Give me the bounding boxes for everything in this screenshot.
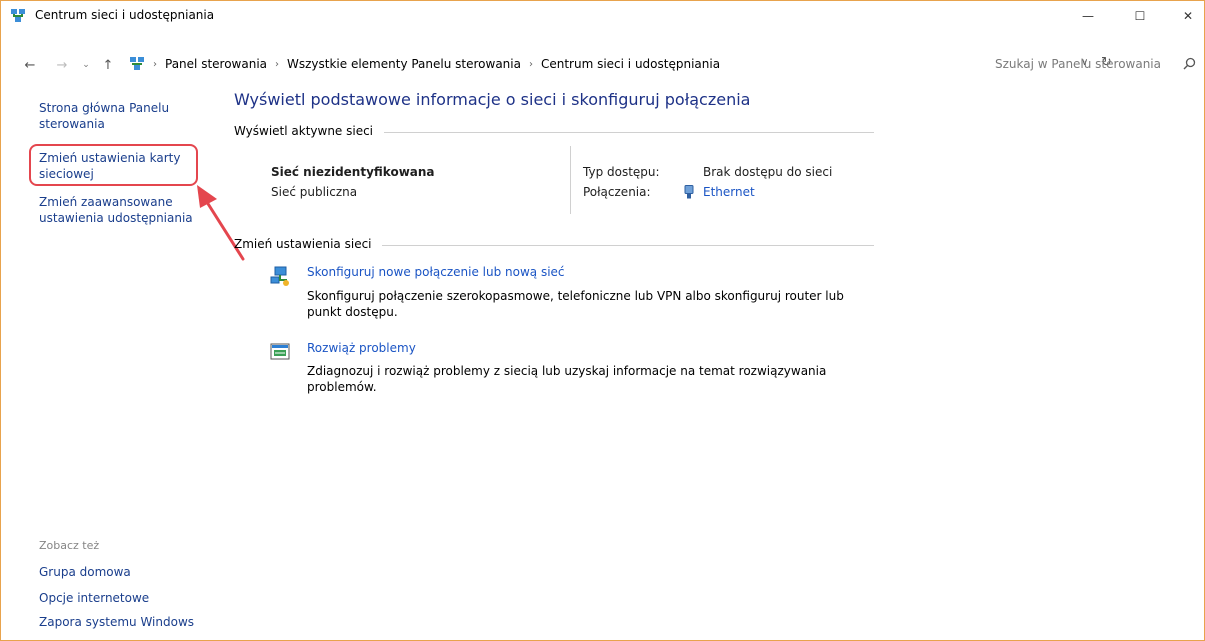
section-divider <box>384 132 874 133</box>
troubleshoot-icon <box>270 343 290 360</box>
search-input[interactable]: Szukaj w Panelu sterowania <box>988 52 1202 76</box>
section-divider <box>382 245 874 246</box>
connections-label: Połączenia: <box>583 185 651 199</box>
sidebar-link-home[interactable]: Strona główna Panelu sterowania <box>39 100 214 132</box>
minimize-button[interactable]: — <box>1069 1 1107 31</box>
maximize-button[interactable]: ☐ <box>1121 1 1159 31</box>
back-arrow-icon[interactable]: ← <box>21 56 39 74</box>
search-icon[interactable] <box>1183 57 1196 70</box>
see-also-link-homegroup[interactable]: Grupa domowa <box>39 565 131 579</box>
window: Centrum sieci i udostępniania — ☐ ✕ ← → … <box>0 0 1205 641</box>
ethernet-connection-link[interactable]: Ethernet <box>703 185 755 199</box>
section-header-active-networks: Wyświetl aktywne sieci <box>234 124 374 138</box>
access-type-value: Brak dostępu do sieci <box>703 165 833 179</box>
search-placeholder: Szukaj w Panelu sterowania <box>995 57 1161 71</box>
new-connection-icon <box>270 266 289 286</box>
network-center-icon <box>130 57 144 70</box>
breadcrumb-control-panel[interactable]: Panel sterowania <box>165 57 267 71</box>
see-also-link-firewall[interactable]: Zapora systemu Windows <box>39 615 194 629</box>
active-networks-section: Wyświetl aktywne sieci <box>234 124 874 140</box>
network-name: Sieć niezidentyfikowana <box>271 165 435 179</box>
task-description-troubleshoot: Zdiagnozuj i rozwiąż problemy z siecią l… <box>307 364 827 394</box>
window-title: Centrum sieci i udostępniania <box>35 8 215 22</box>
task-link-setup-connection[interactable]: Skonfiguruj nowe połączenie lub nową sie… <box>307 265 565 279</box>
change-settings-section: Zmień ustawienia sieci <box>234 237 874 253</box>
breadcrumb-all-items[interactable]: Wszystkie elementy Panelu sterowania <box>287 57 521 71</box>
title-bar: Centrum sieci i udostępniania — ☐ ✕ <box>1 1 1204 31</box>
vertical-divider <box>570 146 571 214</box>
breadcrumb-separator: › <box>153 58 157 70</box>
sidebar-link-advanced-sharing[interactable]: Zmień zaawansowane ustawienia udostępnia… <box>39 194 214 226</box>
breadcrumb-network-center[interactable]: Centrum sieci i udostępniania <box>541 57 720 71</box>
section-header-change-settings: Zmień ustawienia sieci <box>234 237 372 251</box>
annotation-highlight-box <box>29 144 198 186</box>
network-type-link[interactable]: Sieć publiczna <box>271 185 357 199</box>
annotation-arrow <box>197 185 245 261</box>
network-center-icon <box>11 9 25 22</box>
task-link-troubleshoot[interactable]: Rozwiąż problemy <box>307 341 416 355</box>
see-also-link-internet-options[interactable]: Opcje internetowe <box>39 591 149 605</box>
recent-locations-chevron-icon[interactable]: ⌄ <box>77 56 95 74</box>
page-title: Wyświetl podstawowe informacje o sieci i… <box>234 90 751 109</box>
access-type-label: Typ dostępu: <box>583 165 660 179</box>
see-also-label: Zobacz też <box>39 539 100 552</box>
address-bar: ← → ⌄ ↑ › Panel sterowania › Wszystkie e… <box>1 52 1204 78</box>
breadcrumb-separator: › <box>275 58 279 70</box>
breadcrumb[interactable]: › Panel sterowania › Wszystkie elementy … <box>126 52 1112 76</box>
close-button[interactable]: ✕ <box>1169 1 1205 31</box>
forward-arrow-icon[interactable]: → <box>53 56 71 74</box>
task-description-setup-connection: Skonfiguruj połączenie szerokopasmowe, t… <box>307 289 844 319</box>
ethernet-icon <box>684 185 694 199</box>
breadcrumb-separator: › <box>528 58 533 70</box>
up-arrow-icon[interactable]: ↑ <box>99 56 117 74</box>
